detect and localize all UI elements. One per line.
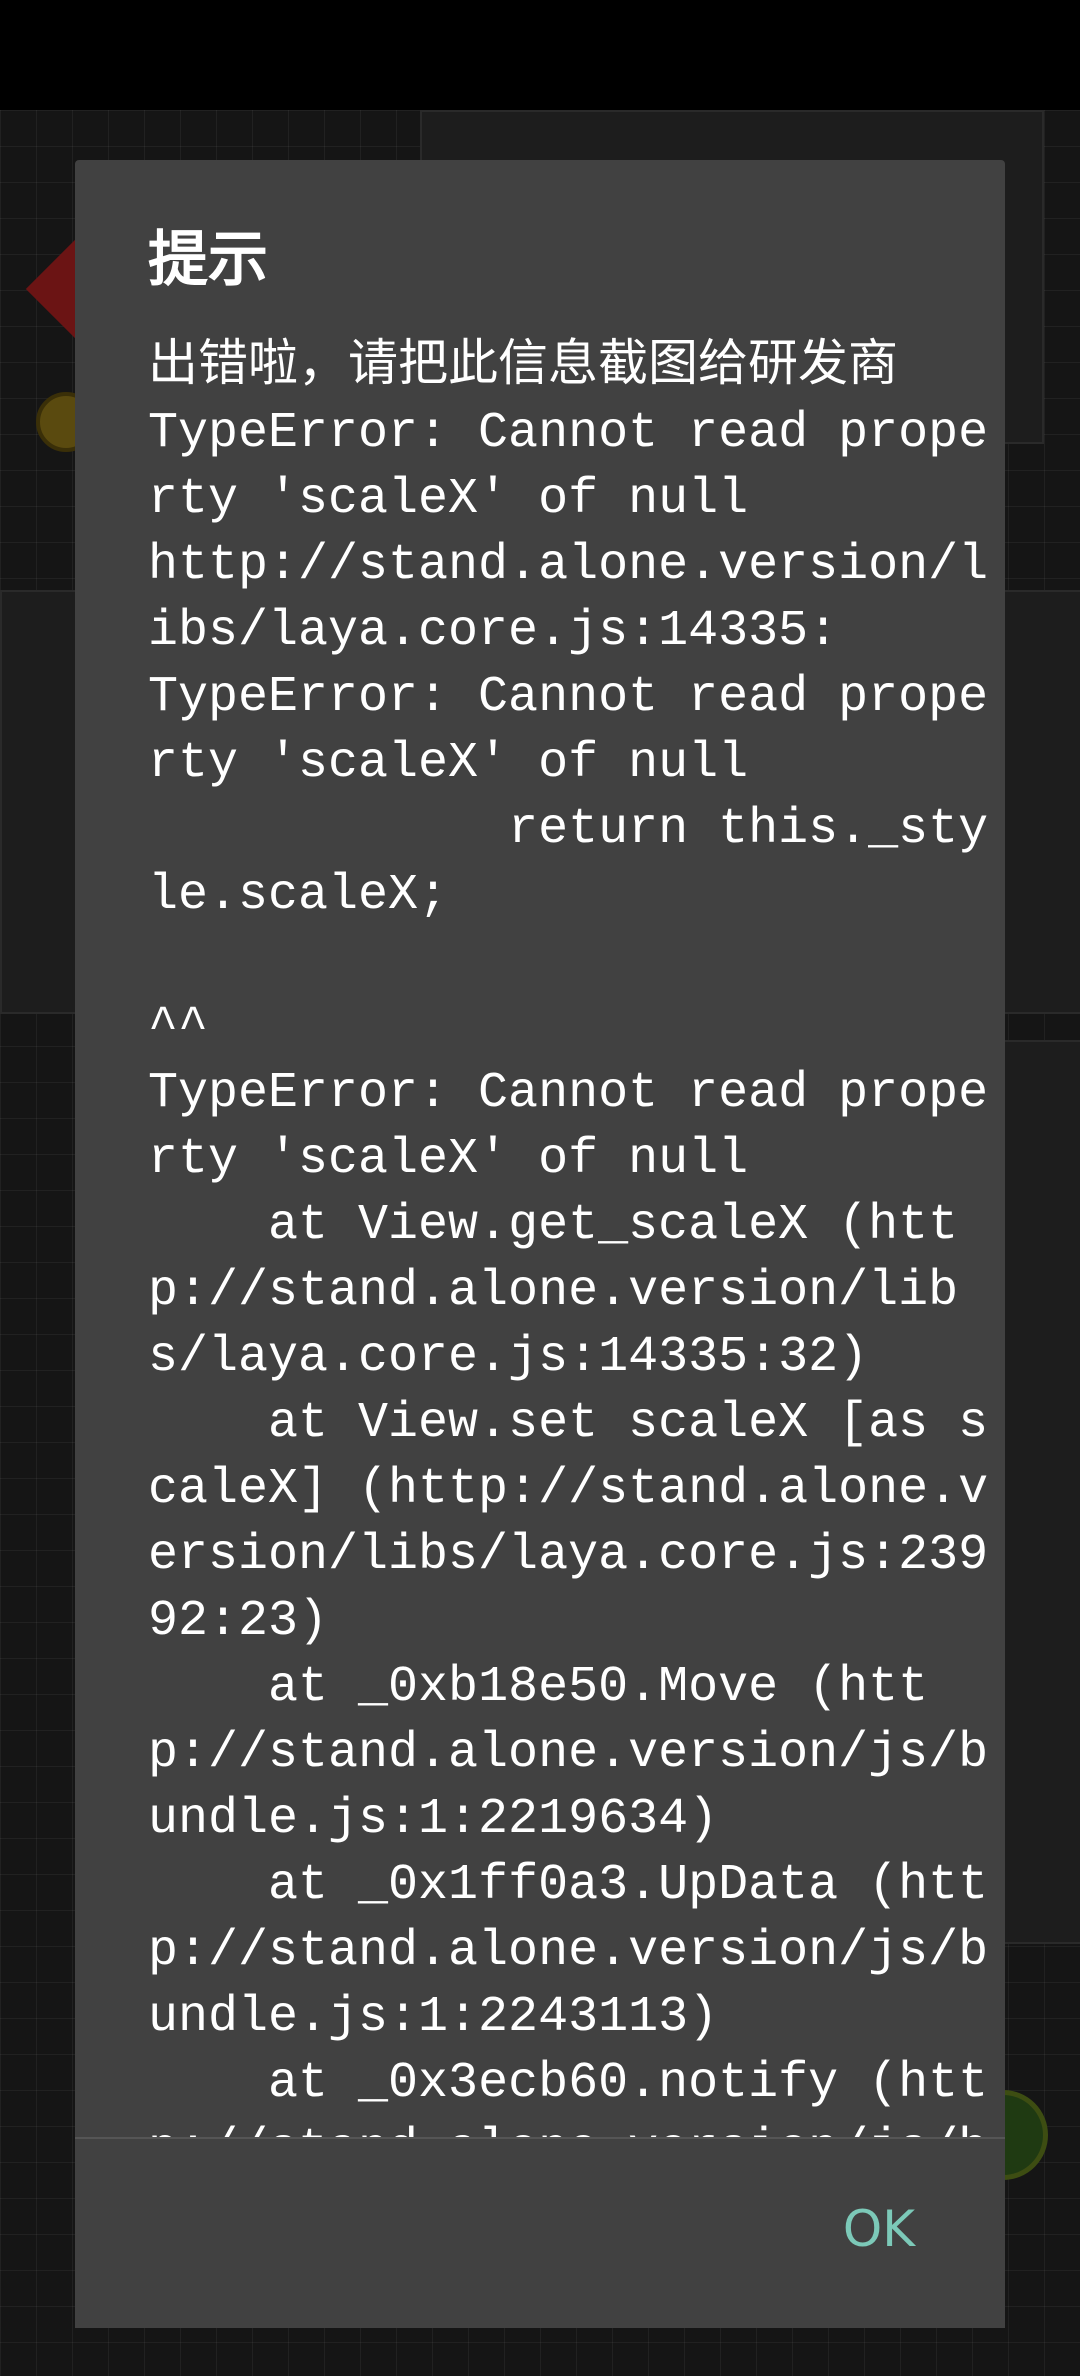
ok-button[interactable]: OK — [843, 2189, 915, 2269]
game-panel-right — [1000, 1040, 1080, 1944]
dialog-title: 提示 — [148, 225, 268, 295]
dialog-body[interactable]: 出错啦，请把此信息截图给研发商 TypeError: Cannot read p… — [148, 335, 1008, 2297]
error-message: 出错啦，请把此信息截图给研发商 TypeError: Cannot read p… — [148, 339, 989, 2244]
dialog-button-bar: OK — [75, 2139, 1005, 2328]
error-dialog: 提示 出错啦，请把此信息截图给研发商 TypeError: Cannot rea… — [75, 160, 1005, 2328]
